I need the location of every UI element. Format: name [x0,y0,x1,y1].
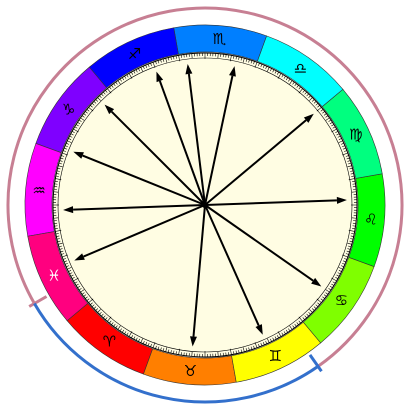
zodiac-wheel: ♈︎ ♉︎ ♊︎ ♋︎ ♌︎ ♍︎ ♎︎ ♏︎ ♐︎ ♑︎ ♒︎ ♓︎ [6,6,404,404]
aries-glyph-icon: ♈︎ [103,332,116,350]
leo-glyph-icon: ♌︎ [364,211,377,229]
scorpio-glyph-icon: ♏︎ [213,30,227,48]
cancer-glyph-icon: ♋︎ [335,292,348,310]
center-hub [202,202,208,208]
libra-glyph-icon: ♎︎ [294,60,307,78]
gemini-glyph-icon: ♊︎ [269,347,282,365]
capricorn-glyph-icon: ♑︎ [62,100,75,118]
taurus-glyph-icon: ♉︎ [184,362,197,380]
virgo-glyph-icon: ♍︎ [349,126,362,144]
pisces-glyph-icon: ♓︎ [47,266,60,284]
sagittarius-glyph-icon: ♐︎ [128,45,141,63]
aquarius-glyph-icon: ♒︎ [32,181,45,199]
